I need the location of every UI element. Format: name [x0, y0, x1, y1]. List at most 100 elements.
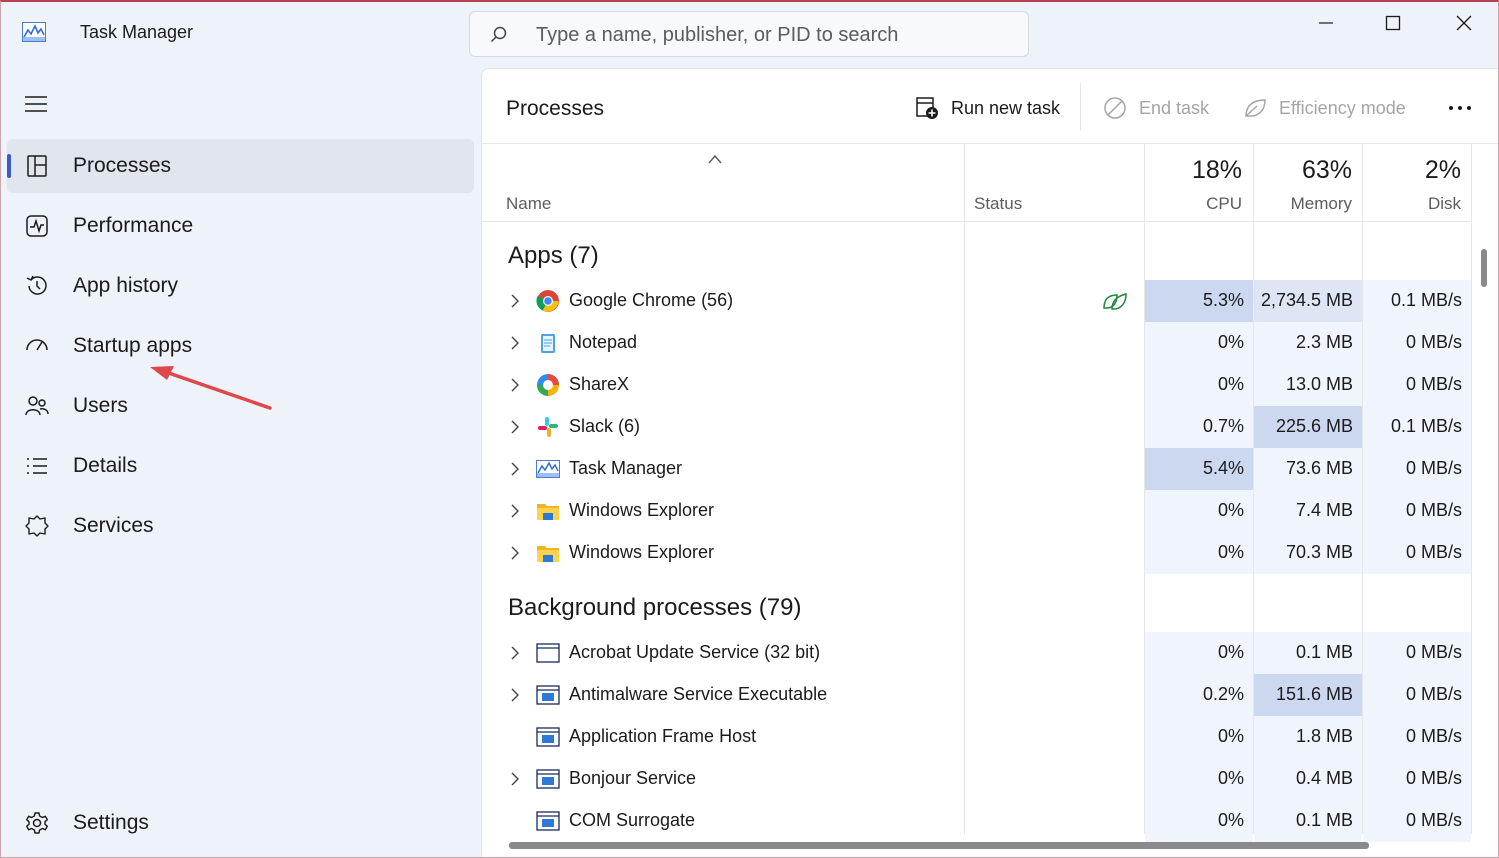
process-row[interactable]: Task Manager 5.4% 73.6 MB 0 MB/s — [482, 448, 1472, 490]
process-row[interactable]: Application Frame Host 0% 1.8 MB 0 MB/s — [482, 716, 1472, 758]
service-icon — [536, 685, 560, 705]
process-row[interactable]: Windows Explorer 0% 7.4 MB 0 MB/s — [482, 490, 1472, 532]
process-row[interactable]: COM Surrogate 0% 0.1 MB 0 MB/s — [482, 800, 1472, 842]
chevron-right-icon[interactable] — [510, 420, 520, 434]
cpu-cell: 5.4% — [1145, 448, 1253, 490]
memory-cell: 0.1 MB — [1254, 800, 1362, 842]
process-name: Google Chrome (56) — [569, 290, 734, 310]
cpu-cell: 0% — [1145, 364, 1253, 406]
process-name: Acrobat Update Service (32 bit) — [569, 642, 821, 662]
chevron-right-icon[interactable] — [510, 688, 520, 702]
sharex-icon — [537, 374, 559, 396]
hamburger-menu-icon[interactable] — [24, 94, 48, 114]
process-row[interactable]: Slack (6) 0.7% 225.6 MB 0.1 MB/s — [482, 406, 1472, 448]
disk-cell: 0 MB/s — [1363, 490, 1471, 532]
minimize-icon — [1319, 22, 1333, 24]
folder-icon — [537, 504, 559, 520]
process-row[interactable]: Acrobat Update Service (32 bit) 0% 0.1 M… — [482, 632, 1472, 674]
memory-cell: 70.3 MB — [1254, 532, 1362, 574]
process-row[interactable]: Google Chrome (56) 5.3% 2,734.5 MB 0.1 M… — [482, 280, 1472, 322]
column-header-cpu[interactable]: 18% CPU — [1145, 144, 1253, 222]
notepad-icon — [541, 334, 555, 353]
column-name-label: Name — [506, 194, 552, 213]
run-new-task-icon — [916, 97, 938, 119]
end-task-button[interactable]: End task — [1103, 93, 1209, 123]
toolbar: Processes Run new task End task Efficien… — [482, 69, 1498, 144]
efficiency-mode-button[interactable]: Efficiency mode — [1243, 93, 1406, 123]
search-input[interactable] — [536, 20, 1006, 50]
column-header-disk[interactable]: 2% Disk — [1363, 144, 1471, 222]
memory-cell: 73.6 MB — [1254, 448, 1362, 490]
disk-cell: 0 MB/s — [1363, 448, 1471, 490]
more-options-button[interactable] — [1447, 93, 1473, 123]
process-row[interactable]: ShareX 0% 13.0 MB 0 MB/s — [482, 364, 1472, 406]
users-icon — [25, 396, 49, 416]
leaf-icon — [1245, 99, 1266, 117]
performance-icon — [26, 215, 48, 237]
group-header-background-processes[interactable]: Background processes (79) — [508, 594, 801, 622]
chevron-right-icon[interactable] — [510, 772, 520, 786]
process-row[interactable]: Antimalware Service Executable 0.2% 151.… — [482, 674, 1472, 716]
process-name: Application Frame Host — [569, 726, 757, 746]
column-header-status[interactable]: Status — [964, 144, 1144, 222]
chevron-right-icon[interactable] — [510, 336, 520, 350]
vertical-scrollbar-thumb[interactable] — [1481, 249, 1487, 287]
gear-icon — [26, 812, 48, 834]
sidebar-item-label: Processes — [73, 154, 172, 177]
run-new-task-button[interactable]: Run new task — [915, 93, 1060, 123]
cpu-cell: 0% — [1145, 800, 1253, 842]
sidebar-item-settings[interactable]: Settings — [7, 796, 474, 850]
column-header-name[interactable]: Name — [482, 144, 964, 222]
process-row[interactable]: Windows Explorer 0% 70.3 MB 0 MB/s — [482, 532, 1472, 574]
process-name: COM Surrogate — [569, 810, 696, 830]
cpu-cell: 0% — [1145, 490, 1253, 532]
process-row[interactable]: Bonjour Service 0% 0.4 MB 0 MB/s — [482, 758, 1472, 800]
page-title: Processes — [506, 97, 605, 120]
window-icon — [536, 643, 560, 663]
services-icon — [25, 515, 49, 537]
memory-total-pct: 63% — [1301, 156, 1352, 184]
search-icon — [490, 26, 507, 43]
sidebar-item-app-history[interactable]: App history — [7, 259, 474, 313]
chevron-right-icon[interactable] — [510, 462, 520, 476]
sidebar-item-services[interactable]: Services — [7, 499, 474, 553]
close-button[interactable] — [1429, 0, 1499, 46]
group-header-apps[interactable]: Apps (7) — [508, 242, 599, 270]
app-history-icon — [26, 275, 47, 295]
disk-cell: 0 MB/s — [1363, 632, 1471, 674]
minimize-button[interactable] — [1291, 0, 1361, 46]
slack-icon — [538, 417, 558, 437]
memory-cell: 2,734.5 MB — [1254, 280, 1362, 322]
chevron-right-icon[interactable] — [510, 294, 520, 308]
chevron-right-icon[interactable] — [510, 378, 520, 392]
memory-cell: 2.3 MB — [1254, 322, 1362, 364]
window-title: Task Manager — [80, 22, 194, 42]
sort-ascending-icon — [708, 154, 722, 164]
chevron-right-icon[interactable] — [510, 546, 520, 560]
column-disk-label: Disk — [1427, 194, 1461, 213]
process-row[interactable]: Notepad 0% 2.3 MB 0 MB/s — [482, 322, 1472, 364]
close-icon — [1456, 15, 1472, 31]
sidebar-item-details[interactable]: Details — [7, 439, 474, 493]
memory-cell: 1.8 MB — [1254, 716, 1362, 758]
processes-panel: Processes Run new task End task Efficien… — [481, 68, 1499, 858]
task-manager-icon — [536, 460, 560, 478]
sidebar-item-processes[interactable]: Processes — [7, 139, 474, 193]
process-name: ShareX — [569, 374, 630, 394]
memory-cell: 13.0 MB — [1254, 364, 1362, 406]
search-box[interactable] — [469, 11, 1029, 57]
chevron-right-icon[interactable] — [510, 646, 520, 660]
chevron-right-icon[interactable] — [510, 504, 520, 518]
sidebar-item-label: Startup apps — [73, 334, 193, 357]
maximize-button[interactable] — [1358, 0, 1428, 46]
process-name: Bonjour Service — [569, 768, 697, 788]
sidebar-item-performance[interactable]: Performance — [7, 199, 474, 253]
processes-icon — [27, 155, 47, 177]
sidebar-item-label: App history — [73, 274, 179, 297]
column-header-memory[interactable]: 63% Memory — [1254, 144, 1362, 222]
horizontal-scrollbar-thumb[interactable] — [509, 842, 1369, 849]
column-memory-label: Memory — [1290, 194, 1352, 213]
cpu-cell: 0.7% — [1145, 406, 1253, 448]
memory-cell: 7.4 MB — [1254, 490, 1362, 532]
process-name: Notepad — [569, 332, 638, 352]
